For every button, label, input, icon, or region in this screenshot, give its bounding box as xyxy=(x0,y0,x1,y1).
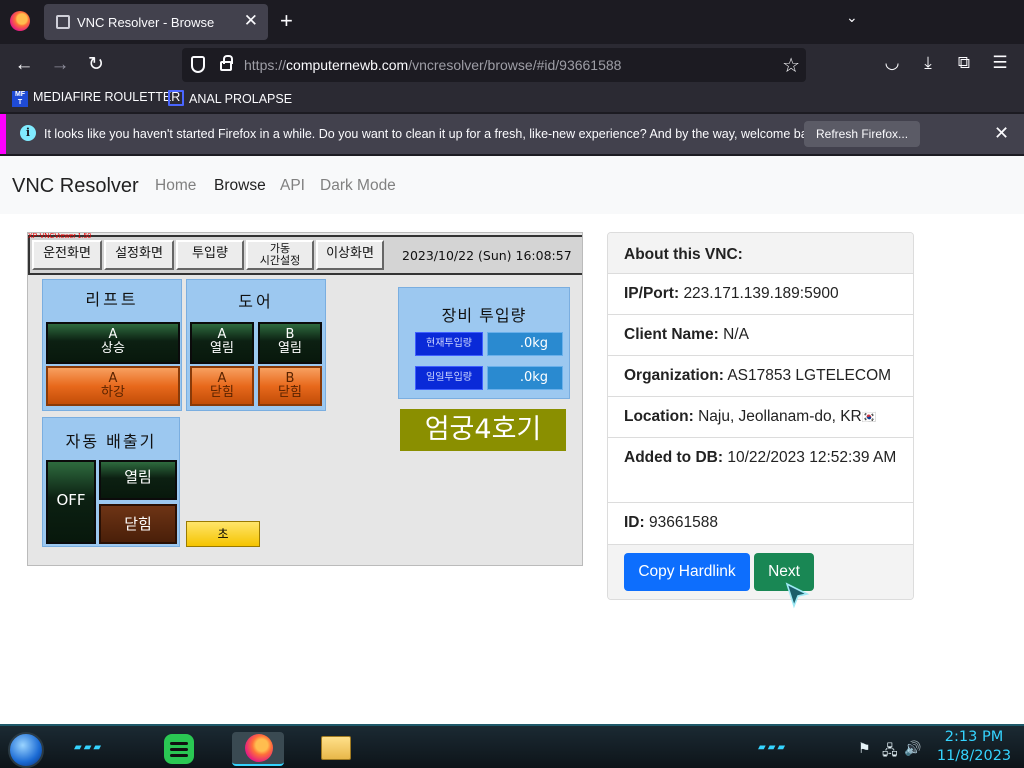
tab-strip: VNC Resolver - Browse ✕ + ⌄ xyxy=(0,0,1024,44)
tab-active[interactable]: VNC Resolver - Browse ✕ xyxy=(44,4,268,40)
bookmark-icon xyxy=(168,90,184,106)
taskbar: ▰▰▰ ▰▰▰ ⚑ 🖧 🔊 2:13 PM 11/8/2023 xyxy=(0,724,1024,768)
lift-title: 리프트 xyxy=(85,290,139,309)
nav-dark-mode[interactable]: Dark Mode xyxy=(320,177,396,195)
feed-title: 장비 투입량 xyxy=(441,306,527,325)
extensions-icon[interactable]: ⧉ xyxy=(952,53,976,73)
copy-hardlink-button[interactable]: Copy Hardlink xyxy=(624,553,750,591)
mediafire-icon: MF T xyxy=(12,91,28,107)
viewer-label: XP-VNCViewer 1.50 xyxy=(28,233,92,240)
tracking-protection-shield-icon[interactable] xyxy=(191,56,205,73)
tab-title: VNC Resolver - Browse xyxy=(77,15,215,30)
vnc-info-card: About this VNC: IP/Port: 223.171.139.189… xyxy=(607,232,914,600)
daily-feed-label: 일일투입량 xyxy=(415,366,483,390)
nav-home[interactable]: Home xyxy=(155,177,196,195)
favicon-icon xyxy=(56,15,70,29)
forward-button[interactable]: → xyxy=(46,52,74,78)
info-row-organization: Organization: AS17853 LGTELECOM xyxy=(608,356,913,397)
info-icon: i xyxy=(20,125,36,141)
close-tab-icon[interactable]: ✕ xyxy=(244,11,258,31)
start-button[interactable] xyxy=(8,732,44,768)
door-b-close-button: B 닫힘 xyxy=(258,366,322,406)
clock-time: 2:13 PM xyxy=(944,729,1004,745)
taskbar-firefox[interactable] xyxy=(232,732,284,766)
info-row-ip: IP/Port: 223.171.139.189:5900 xyxy=(608,274,913,315)
lift-up-button: A 상승 xyxy=(46,322,180,364)
nav-browse[interactable]: Browse xyxy=(214,177,266,195)
hmi-datetime: 2023/10/22 (Sun) 16:08:57 xyxy=(402,248,572,263)
exhaust-off-button: OFF xyxy=(46,460,96,544)
hmi-button: 투입량 xyxy=(176,240,244,270)
pocket-icon[interactable]: ◡ xyxy=(880,53,904,73)
downloads-icon[interactable]: ⤓ xyxy=(916,53,940,73)
refresh-firefox-button[interactable]: Refresh Firefox... xyxy=(804,121,921,147)
file-explorer-icon xyxy=(321,736,351,760)
hmi-button: 이상화면 xyxy=(316,240,384,270)
network-icon[interactable]: 🖧 xyxy=(882,740,898,764)
lift-panel: 리프트 A 상승 A 하강 xyxy=(42,279,182,411)
door-a-open-button: A 열림 xyxy=(190,322,254,364)
info-row-added: Added to DB: 10/22/2023 12:52:39 AM xyxy=(608,438,913,503)
url-text[interactable]: https://computernewb.com/vncresolver/bro… xyxy=(244,57,621,73)
taskbar-file-explorer[interactable] xyxy=(310,732,362,766)
flag-tray-icon[interactable]: ⚑ xyxy=(858,740,871,757)
card-footer: Copy Hardlink Next xyxy=(608,544,913,599)
bookmark-star-icon[interactable]: ☆ xyxy=(782,53,800,78)
hmi-button: 운전화면 xyxy=(32,240,102,270)
lift-down-button: A 하강 xyxy=(46,366,180,406)
navigation-toolbar: ← → ↻ https://computernewb.com/vncresolv… xyxy=(0,44,1024,86)
info-row-id: ID: 93661588 xyxy=(624,514,718,531)
lock-icon[interactable] xyxy=(220,55,233,71)
door-a-close-button: A 닫힘 xyxy=(190,366,254,406)
web-page: VNC Resolver Home Browse API Dark Mode 운… xyxy=(0,156,1024,724)
hmi-button: 설정화면 xyxy=(104,240,174,270)
hmi-button: 가동 시간설정 xyxy=(246,240,314,270)
mouse-cursor-icon xyxy=(785,582,810,609)
info-row-location: Location: Naju, Jeollanam-do, KR🇰🇷 xyxy=(608,397,913,438)
list-all-tabs-icon[interactable]: ⌄ xyxy=(846,9,858,26)
exhaust-title: 자동 배출기 xyxy=(65,432,157,451)
current-feed-label: 현재투입량 xyxy=(415,332,483,356)
bookmarks-toolbar: MF T MEDIAFIRE ROULETTER ANAL PROLAPSE xyxy=(0,86,1024,112)
feed-panel: 장비 투입량 현재투입량 .0kg 일일투입량 .0kg xyxy=(398,287,570,399)
bookmark-item[interactable]: MF T MEDIAFIRE ROULETTER xyxy=(12,90,180,107)
door-panel: 도어 A 열림 B 열림 A 닫힘 B 닫힘 xyxy=(186,279,326,411)
exhaust-panel: 자동 배출기 OFF 열림 닫힘 xyxy=(42,417,180,547)
menu-icon[interactable]: ☰ xyxy=(988,53,1012,73)
back-button[interactable]: ← xyxy=(10,52,38,78)
daily-feed-value: .0kg xyxy=(487,366,563,390)
decoration-dots: ▰▰▰ xyxy=(758,742,788,753)
flag-icon: 🇰🇷 xyxy=(861,410,877,424)
close-notification-icon[interactable]: ✕ xyxy=(994,123,1009,144)
hmi-top-bar: 운전화면 설정화면 투입량 가동 시간설정 이상화면 2023/10/22 (S… xyxy=(28,235,582,275)
vnc-screenshot: 운전화면 설정화면 투입량 가동 시간설정 이상화면 2023/10/22 (S… xyxy=(27,232,583,566)
firefox-icon xyxy=(245,734,273,762)
reload-button[interactable]: ↻ xyxy=(82,52,110,78)
url-bar[interactable]: https://computernewb.com/vncresolver/bro… xyxy=(182,48,806,82)
exhaust-open-button: 열림 xyxy=(99,460,177,500)
decoration-dots: ▰▰▰ xyxy=(74,742,104,753)
door-b-open-button: B 열림 xyxy=(258,322,322,364)
notification-message: It looks like you haven't started Firefo… xyxy=(44,127,824,141)
seconds-indicator: 초 xyxy=(186,521,260,547)
system-clock[interactable]: 2:13 PM 11/8/2023 xyxy=(934,728,1014,766)
new-tab-button[interactable]: + xyxy=(280,9,293,33)
spotify-icon[interactable] xyxy=(164,734,194,764)
refresh-notification-bar: i It looks like you haven't started Fire… xyxy=(0,114,1024,154)
current-feed-value: .0kg xyxy=(487,332,563,356)
door-title: 도어 xyxy=(238,292,274,311)
nav-api[interactable]: API xyxy=(280,177,305,195)
clock-date: 11/8/2023 xyxy=(936,748,1012,764)
volume-icon[interactable]: 🔊 xyxy=(904,740,921,757)
exhaust-close-button: 닫힘 xyxy=(99,504,177,544)
info-row-client-name: Client Name: N/A xyxy=(608,315,913,356)
card-header: About this VNC: xyxy=(608,233,913,274)
site-brand[interactable]: VNC Resolver xyxy=(12,175,139,198)
machine-name: 엄궁4호기 xyxy=(400,409,566,451)
firefox-logo-icon xyxy=(10,11,30,31)
site-navbar: VNC Resolver Home Browse API Dark Mode xyxy=(0,156,1024,214)
bookmark-item[interactable]: ANAL PROLAPSE xyxy=(168,90,292,106)
